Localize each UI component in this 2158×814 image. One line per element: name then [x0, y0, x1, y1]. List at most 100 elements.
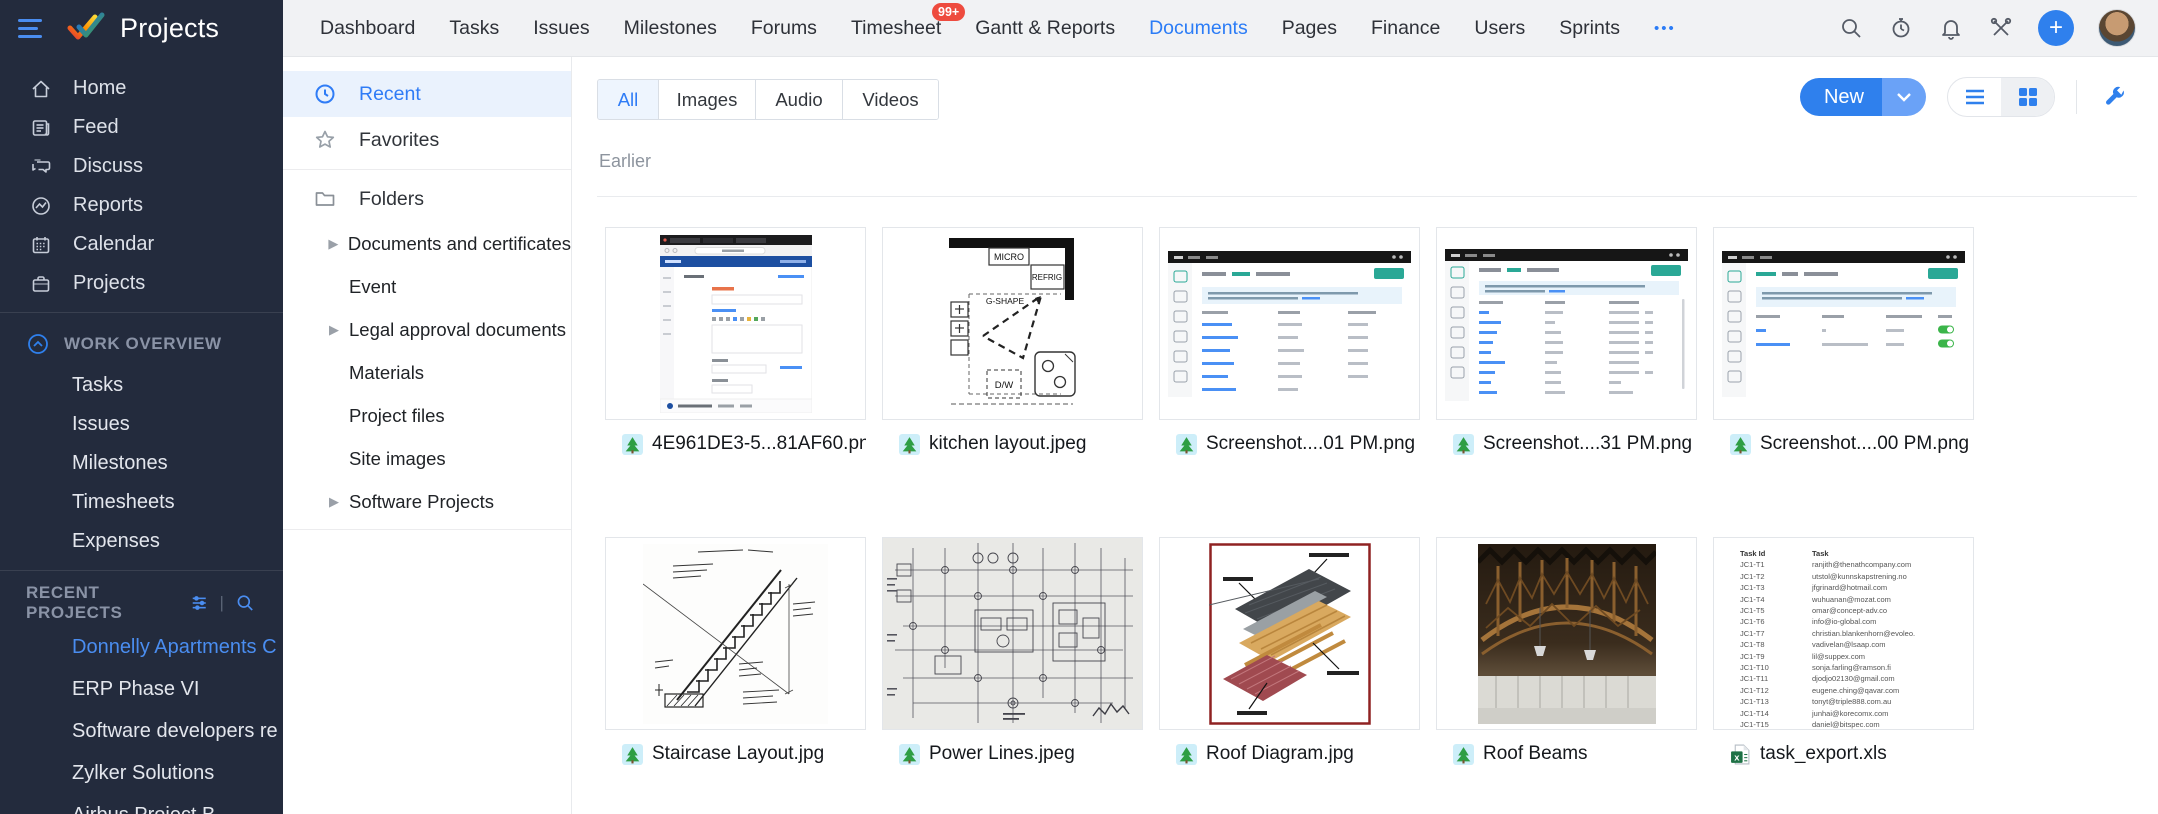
- file-thumbnail[interactable]: [1436, 227, 1697, 420]
- folder-materials[interactable]: Materials: [283, 351, 571, 394]
- project-item-donnelly[interactable]: Donnelly Apartments C: [0, 626, 283, 668]
- sidebar-item-projects[interactable]: Projects: [0, 264, 283, 303]
- file-label[interactable]: kitchen layout.jpeg: [882, 433, 1143, 455]
- sidebar-item-reports[interactable]: Reports: [0, 186, 283, 225]
- project-item-software-devs[interactable]: Software developers re: [0, 710, 283, 752]
- file-thumbnail[interactable]: [605, 227, 866, 420]
- file-item[interactable]: Power Lines.jpeg: [882, 537, 1143, 765]
- project-item-airbus[interactable]: Airbus Project B: [0, 794, 283, 814]
- file-item[interactable]: Task IdTask JC1-T1ranjith@thenathcompany…: [1713, 537, 1974, 765]
- sidebar-item-feed[interactable]: Feed: [0, 108, 283, 147]
- file-item[interactable]: MICRO REFRIG G-SHAPE: [882, 227, 1143, 455]
- file-label[interactable]: Screenshot....00 PM.png: [1713, 433, 1974, 455]
- nav-issues[interactable]: Issues: [533, 17, 589, 40]
- tab-audio[interactable]: Audio: [756, 80, 843, 119]
- user-avatar[interactable]: [2098, 9, 2136, 47]
- file-label[interactable]: Screenshot....01 PM.png: [1159, 433, 1420, 455]
- file-label[interactable]: Staircase Layout.jpg: [605, 743, 866, 765]
- list-view-button[interactable]: [1948, 78, 2001, 116]
- topbar-actions: +: [1838, 0, 2158, 56]
- expand-arrow-icon[interactable]: ▶: [327, 494, 341, 510]
- project-item-erp[interactable]: ERP Phase VI: [0, 668, 283, 710]
- tools-icon[interactable]: [1988, 15, 2014, 41]
- filter-sliders-icon[interactable]: [189, 592, 209, 614]
- tab-videos[interactable]: Videos: [843, 80, 938, 119]
- folder-event[interactable]: Event: [283, 265, 571, 308]
- work-overview-header[interactable]: WORK OVERVIEW: [0, 322, 283, 366]
- search-icon[interactable]: [235, 592, 255, 614]
- file-item[interactable]: Screenshot....31 PM.png: [1436, 227, 1697, 455]
- image-file-icon: [1176, 744, 1197, 765]
- grid-view-button[interactable]: [2001, 78, 2054, 116]
- sidebar-item-expenses[interactable]: Expenses: [0, 522, 283, 561]
- folder-legal-approval[interactable]: ▶ Legal approval documents: [283, 308, 571, 351]
- sidebar-item-tasks[interactable]: Tasks: [0, 366, 283, 405]
- new-dropdown-arrow[interactable]: [1882, 78, 1926, 116]
- file-item[interactable]: Screenshot....01 PM.png: [1159, 227, 1420, 455]
- file-label[interactable]: Roof Beams: [1436, 743, 1697, 765]
- folder-label: Legal approval documents: [349, 319, 566, 341]
- file-label[interactable]: Screenshot....31 PM.png: [1436, 433, 1697, 455]
- sidebar-item-favorites[interactable]: Favorites: [283, 117, 571, 163]
- nav-forums[interactable]: Forums: [751, 17, 817, 40]
- nav-users[interactable]: Users: [1474, 17, 1525, 40]
- file-type-tabs: All Images Audio Videos: [597, 79, 939, 120]
- file-thumbnail[interactable]: [1159, 537, 1420, 730]
- expand-arrow-icon[interactable]: ▶: [327, 236, 340, 252]
- nav-more-icon[interactable]: •••: [1654, 20, 1676, 37]
- tab-images[interactable]: Images: [659, 80, 756, 119]
- file-name: Power Lines.jpeg: [929, 743, 1075, 765]
- sidebar-item-recent[interactable]: Recent: [283, 71, 571, 117]
- file-thumbnail[interactable]: [605, 537, 866, 730]
- nav-documents[interactable]: Documents: [1149, 17, 1248, 40]
- folder-software-projects[interactable]: ▶Software Projects: [283, 480, 571, 523]
- app-screenshot-graphic: [1168, 239, 1411, 409]
- file-thumbnail[interactable]: MICRO REFRIG G-SHAPE: [882, 227, 1143, 420]
- search-icon[interactable]: [1838, 15, 1864, 41]
- file-item[interactable]: Roof Beams: [1436, 537, 1697, 765]
- sidebar-item-discuss[interactable]: Discuss: [0, 147, 283, 186]
- sidebar-item-milestones[interactable]: Milestones: [0, 444, 283, 483]
- sidebar-item-folders[interactable]: Folders: [283, 176, 571, 222]
- file-label[interactable]: Power Lines.jpeg: [882, 743, 1143, 765]
- bell-icon[interactable]: [1938, 15, 1964, 41]
- file-label[interactable]: Roof Diagram.jpg: [1159, 743, 1420, 765]
- sidebar-item-home[interactable]: Home: [0, 69, 283, 108]
- timer-icon[interactable]: [1888, 15, 1914, 41]
- sidebar-item-issues[interactable]: Issues: [0, 405, 283, 444]
- list-view-icon: [1964, 88, 1986, 106]
- nav-tasks[interactable]: Tasks: [449, 17, 499, 40]
- file-label[interactable]: x task_export.xls: [1713, 743, 1974, 765]
- file-label[interactable]: 4E961DE3-5...81AF60.png: [605, 433, 866, 455]
- nav-sprints[interactable]: Sprints: [1559, 17, 1620, 40]
- nav-pages[interactable]: Pages: [1282, 17, 1337, 40]
- file-item[interactable]: Screenshot....00 PM.png: [1713, 227, 1974, 455]
- file-item[interactable]: 4E961DE3-5...81AF60.png: [605, 227, 866, 455]
- folder-site-images[interactable]: Site images: [283, 437, 571, 480]
- settings-wrench-button[interactable]: [2098, 80, 2132, 114]
- sidebar-item-calendar[interactable]: Calendar: [0, 225, 283, 264]
- folder-project-files[interactable]: Project files: [283, 394, 571, 437]
- new-button[interactable]: New: [1800, 78, 1926, 116]
- file-thumbnail[interactable]: [1436, 537, 1697, 730]
- add-button[interactable]: +: [2038, 10, 2074, 46]
- file-thumbnail[interactable]: [1713, 227, 1974, 420]
- tab-all[interactable]: All: [598, 80, 659, 119]
- wrench-icon: [2102, 84, 2128, 110]
- file-item[interactable]: Staircase Layout.jpg: [605, 537, 866, 765]
- file-thumbnail[interactable]: [1159, 227, 1420, 420]
- project-item-zylker[interactable]: Zylker Solutions: [0, 752, 283, 794]
- file-thumbnail[interactable]: [882, 537, 1143, 730]
- nav-timesheet[interactable]: Timesheet 99+: [851, 17, 941, 40]
- expand-arrow-icon[interactable]: ▶: [327, 322, 341, 338]
- folder-documents-certificates[interactable]: ▶Documents and certificates: [283, 222, 571, 265]
- divider: |: [220, 593, 225, 613]
- sidebar-item-timesheets[interactable]: Timesheets: [0, 483, 283, 522]
- nav-milestones[interactable]: Milestones: [624, 17, 717, 40]
- file-item[interactable]: Roof Diagram.jpg: [1159, 537, 1420, 765]
- hamburger-icon[interactable]: [18, 17, 48, 41]
- file-thumbnail[interactable]: Task IdTask JC1-T1ranjith@thenathcompany…: [1713, 537, 1974, 730]
- nav-finance[interactable]: Finance: [1371, 17, 1440, 40]
- nav-gantt-reports[interactable]: Gantt & Reports: [975, 17, 1115, 40]
- nav-dashboard[interactable]: Dashboard: [320, 17, 415, 40]
